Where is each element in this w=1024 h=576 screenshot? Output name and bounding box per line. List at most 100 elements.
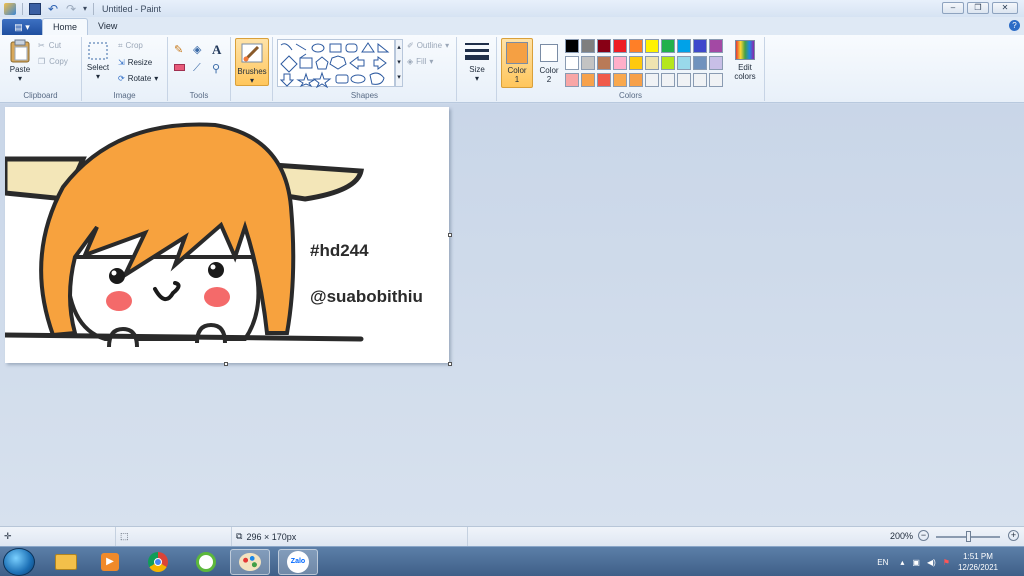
language-indicator[interactable]: EN: [877, 558, 888, 567]
palette-swatch[interactable]: [645, 56, 659, 70]
palette-swatch[interactable]: [613, 73, 627, 87]
close-button[interactable]: ✕: [992, 2, 1018, 14]
palette-swatch[interactable]: [693, 56, 707, 70]
resize-handle-corner[interactable]: [448, 362, 452, 366]
clock[interactable]: 1:51 PM 12/26/2021: [958, 551, 998, 573]
palette-swatch[interactable]: [581, 56, 595, 70]
eraser-tool[interactable]: [174, 64, 185, 73]
palette-swatch[interactable]: [597, 73, 611, 87]
resize-button[interactable]: ⇲ Resize: [118, 58, 152, 67]
palette-swatch[interactable]: [709, 56, 723, 70]
color-picker-tool[interactable]: ⟋: [193, 62, 201, 75]
chevron-down-icon: ▾: [17, 74, 22, 83]
zoom-slider-thumb[interactable]: [966, 531, 971, 542]
copy-button[interactable]: ❐ Copy: [38, 57, 68, 66]
palette-swatch[interactable]: [613, 56, 627, 70]
magnifier-tool[interactable]: ⚲: [212, 62, 220, 75]
redo-icon[interactable]: ↷: [65, 3, 77, 15]
color2-button[interactable]: Color 2: [536, 38, 562, 84]
show-hidden-icons-icon[interactable]: ▴: [900, 558, 904, 567]
taskbar-app-green[interactable]: [186, 549, 226, 575]
palette-swatch[interactable]: [677, 56, 691, 70]
rotate-button[interactable]: ⟳ Rotate ▾: [118, 74, 158, 83]
left-eye: [109, 268, 125, 284]
window-controls: ‒ ❐ ✕: [942, 2, 1018, 14]
action-center-icon[interactable]: ⚑: [943, 558, 950, 567]
brushes-button[interactable]: Brushes ▾: [235, 38, 269, 86]
pencil-tool[interactable]: ✎: [174, 43, 183, 56]
edit-colors-button[interactable]: Edit colors: [731, 40, 759, 81]
palette-swatch[interactable]: [629, 56, 643, 70]
palette-swatch[interactable]: [581, 73, 595, 87]
palette-swatch[interactable]: [693, 39, 707, 53]
palette-swatch[interactable]: [565, 56, 579, 70]
resize-handle-bottom[interactable]: [224, 362, 228, 366]
outline-button[interactable]: ✐ Outline ▾: [407, 41, 449, 50]
canvas-workspace[interactable]: #hd244 @suabobithiu: [0, 104, 1024, 526]
zoom-out-button[interactable]: −: [918, 530, 929, 541]
title-bar: ↶ ↷ ▾ Untitled - Paint ‒ ❐ ✕: [0, 0, 1024, 17]
drawing-canvas[interactable]: #hd244 @suabobithiu: [5, 107, 449, 363]
palette-swatch[interactable]: [661, 39, 675, 53]
cut-button[interactable]: ✂ Cut: [38, 41, 61, 50]
image-group-label: Image: [113, 91, 136, 100]
paint-app-icon[interactable]: [4, 2, 16, 15]
palette-swatch[interactable]: [565, 39, 579, 53]
shapes-gallery[interactable]: [277, 39, 395, 89]
paint-menu-button[interactable]: ▤ ▾: [2, 19, 42, 35]
palette-swatch[interactable]: [661, 56, 675, 70]
network-icon[interactable]: ▣: [912, 558, 920, 567]
crop-button[interactable]: ⌗ Crop: [118, 41, 143, 51]
size-button[interactable]: Size ▾: [464, 41, 490, 83]
taskbar-paint[interactable]: [230, 549, 270, 575]
shapes-icon: [279, 42, 390, 89]
select-button[interactable]: Select ▾: [85, 41, 111, 81]
save-icon[interactable]: [29, 2, 41, 15]
start-button[interactable]: [3, 548, 35, 576]
minimize-button[interactable]: ‒: [942, 2, 964, 14]
shapes-scroll[interactable]: ▴ ▾ ▾: [395, 39, 403, 87]
palette-swatch[interactable]: [581, 39, 595, 53]
color2-swatch: [540, 44, 558, 62]
left-cheek: [106, 291, 132, 311]
tab-view[interactable]: View: [88, 18, 127, 35]
fill-tool[interactable]: ◈: [193, 43, 201, 56]
palette-swatch[interactable]: [565, 73, 579, 87]
select-rectangle-icon: [88, 42, 108, 60]
palette-swatch[interactable]: [645, 39, 659, 53]
palette-swatch[interactable]: [693, 73, 707, 87]
taskbar-chrome[interactable]: [138, 549, 178, 575]
palette-swatch[interactable]: [629, 39, 643, 53]
fill-button[interactable]: ◈ Fill ▾: [407, 57, 433, 66]
palette-swatch[interactable]: [645, 73, 659, 87]
palette-swatch[interactable]: [613, 39, 627, 53]
fox-girl-drawing: [5, 122, 365, 348]
selection-icon: ⬚: [120, 531, 129, 541]
resize-handle-right[interactable]: [448, 233, 452, 237]
zoom-in-button[interactable]: +: [1008, 530, 1019, 541]
palette-swatch[interactable]: [629, 73, 643, 87]
taskbar-media-player[interactable]: ▶: [90, 549, 130, 575]
taskbar-zalo[interactable]: Zalo: [278, 549, 318, 575]
palette-swatch[interactable]: [597, 56, 611, 70]
palette-swatch[interactable]: [677, 73, 691, 87]
help-icon[interactable]: ?: [1009, 20, 1020, 31]
paste-button[interactable]: Paste ▾: [6, 39, 34, 83]
customize-quick-access-icon[interactable]: ▾: [83, 4, 87, 13]
undo-icon[interactable]: ↶: [47, 3, 59, 15]
palette-swatch[interactable]: [661, 73, 675, 87]
canvas-size: ⧉ 296 × 170px: [232, 527, 468, 546]
color1-button[interactable]: Color 1: [501, 38, 533, 88]
palette-swatch[interactable]: [709, 39, 723, 53]
palette-swatch[interactable]: [677, 39, 691, 53]
outline-pen-icon: ✐: [407, 41, 414, 50]
media-player-icon: ▶: [101, 553, 119, 571]
volume-icon[interactable]: ◀): [927, 558, 936, 567]
taskbar-explorer[interactable]: [46, 549, 86, 575]
palette-swatch[interactable]: [597, 39, 611, 53]
window-title: Untitled - Paint: [102, 3, 162, 14]
text-tool[interactable]: A: [212, 42, 221, 58]
palette-swatch[interactable]: [709, 73, 723, 87]
tab-home[interactable]: Home: [42, 18, 89, 35]
maximize-button[interactable]: ❐: [967, 2, 989, 14]
